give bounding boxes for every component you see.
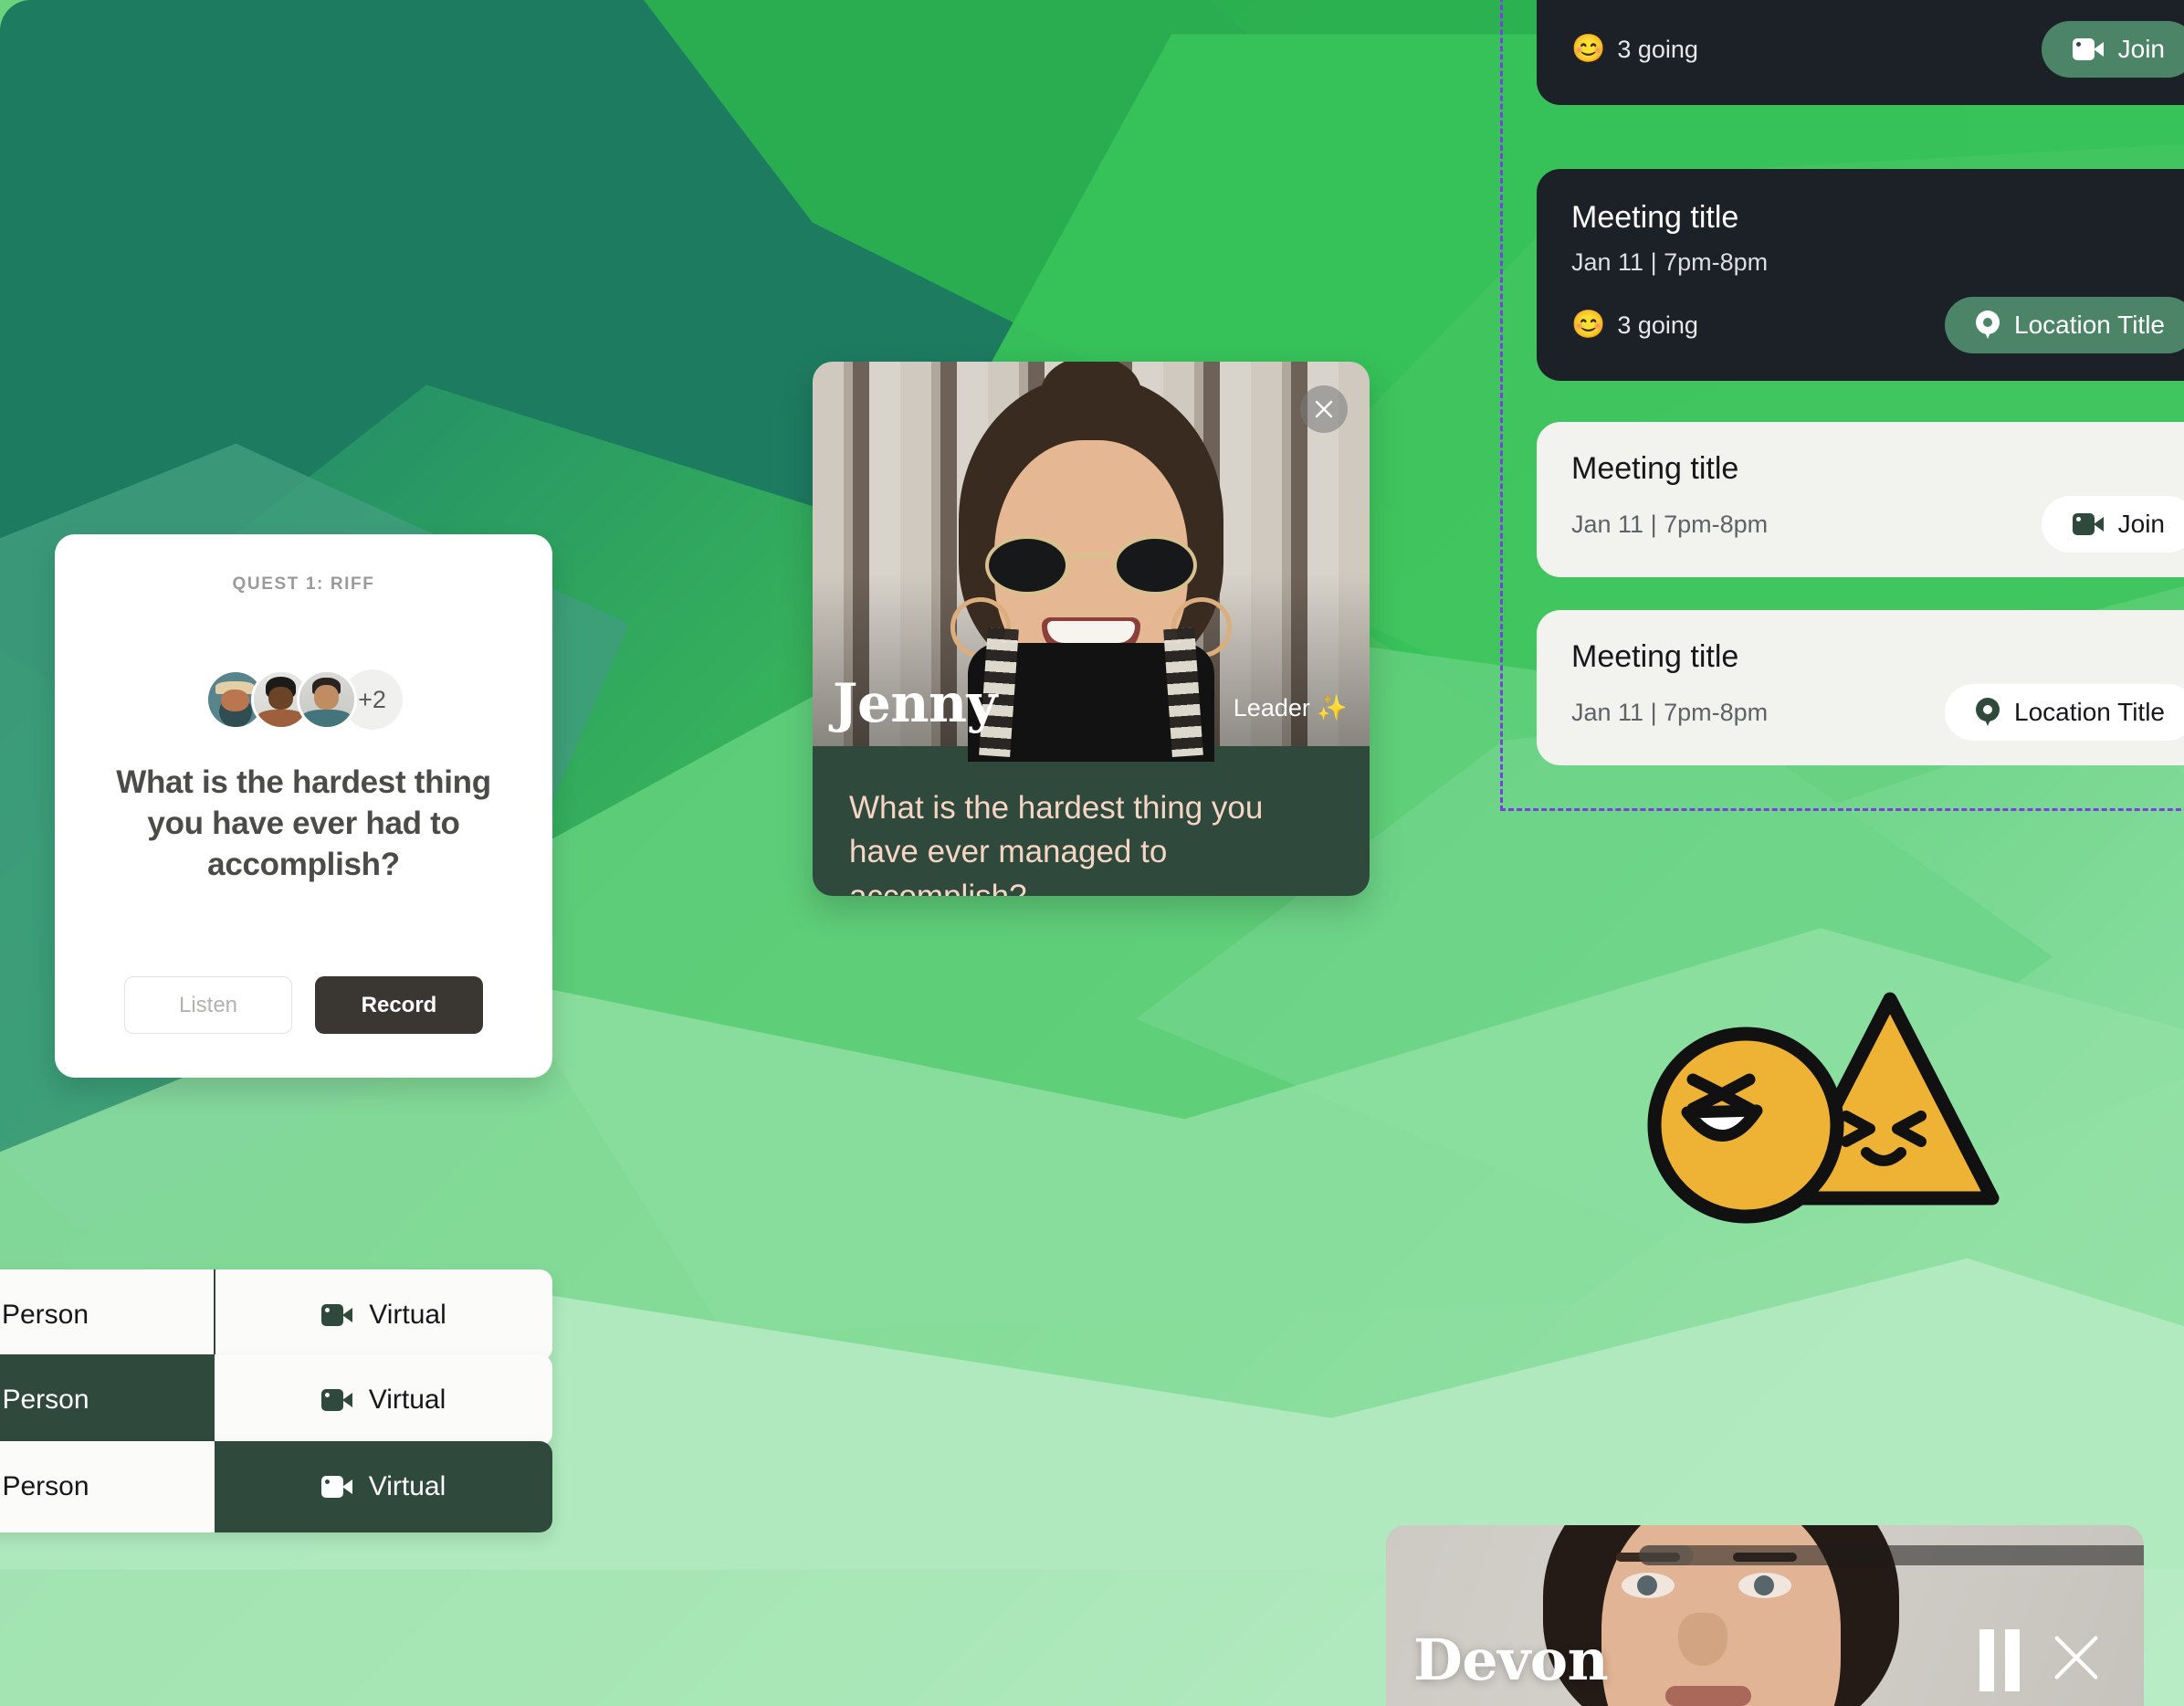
audio-progress-bar[interactable] [1639,1545,2144,1565]
quest-actions: Listen Record [106,976,501,1034]
location-button[interactable]: Location Title [1945,684,2184,741]
camera-icon [2072,513,2104,535]
profile-question: What is the hardest thing you have ever … [849,790,1264,896]
toggle-option-virtual[interactable]: Virtual [215,1441,552,1532]
quest-card: QUEST 1: RIFF +2 What is the hardest thi… [55,534,552,1078]
meeting-time: Jan 11 | 7pm-8pm [1571,510,1769,538]
meeting-footer: Jan 11 | 7pm-8pm Location Title [1571,684,2184,741]
close-icon[interactable] [2047,1628,2105,1691]
meeting-footer: Jan 11 | 7pm-8pm Join [1571,496,2184,553]
listen-button[interactable]: Listen [124,976,292,1034]
audio-player-controls [1979,1628,2105,1691]
meeting-time: Jan 11 | 7pm-8pm [1571,248,1769,276]
close-icon[interactable] [1300,385,1348,433]
record-button[interactable]: Record [315,976,483,1034]
toggle-option-in-person[interactable]: Person [0,1441,215,1532]
avatar [296,669,357,730]
audio-player-speaker-name: Devon [1413,1627,1609,1693]
pause-icon[interactable] [1979,1628,2020,1691]
toggle-option-label: Virtual [368,1471,446,1501]
meeting-footer: 😊 3 going Join [1571,21,2184,78]
attendees-summary: 😊 3 going [1571,311,1698,340]
attendees-count: 3 going [1617,311,1698,339]
meeting-title: Meeting title [1571,451,1739,486]
quest-question: What is the hardest thing you have ever … [116,764,491,882]
toggle-option-label: Person [2,1471,89,1501]
meeting-card[interactable]: Meeting title Jan 11 | 7pm-8pm Location … [1537,610,2184,765]
profile-body: What is the hardest thing you have ever … [813,746,1370,896]
profile-role-label: Leader [1233,694,1310,721]
smile-emoji-icon: 😊 [1571,310,1606,340]
camera-icon [321,1304,353,1326]
toggle-option-virtual[interactable]: Virtual [215,1354,552,1446]
location-pin-icon [1976,311,2000,340]
canvas: QUEST 1: RIFF +2 What is the hardest thi… [0,0,2184,1706]
profile-photo: Jenny Leader ✨ [813,362,1370,762]
toggle-option-in-person[interactable]: Person [0,1269,214,1361]
join-button-label: Join [2117,510,2165,538]
toggle-option-label: Person [2,1385,89,1415]
mascot-illustration [1627,986,2011,1224]
toggle-option-label: Virtual [368,1385,446,1415]
camera-icon [320,1389,352,1411]
camera-icon [320,1476,352,1498]
toggle-row: Person Virtual [0,1269,552,1361]
profile-name-row: Jenny Leader ✨ [813,677,1370,730]
meeting-title: Meeting title [1571,639,1739,674]
quest-label: QUEST 1: RIFF [232,574,375,594]
meeting-time: Jan 11 | 7pm-8pm [1571,698,1769,726]
meeting-card[interactable]: Meeting title Jan 11 | 7pm-8pm Join [1537,422,2184,577]
location-button-label: Location Title [2014,311,2165,339]
smile-emoji-icon: 😊 [1571,34,1606,64]
location-button[interactable]: Location Title [1945,297,2184,353]
meeting-footer: 😊 3 going Location Title [1571,297,2184,353]
meeting-card[interactable]: Jan 11 | 7pm-8pm 😊 3 going Join [1537,0,2184,105]
avatar-stack: +2 [205,669,403,730]
meeting-card[interactable]: Meeting title Jan 11 | 7pm-8pm 😊 3 going… [1537,169,2184,381]
meeting-title: Meeting title [1571,200,1739,235]
profile-role-badge: Leader ✨ [1234,693,1348,730]
camera-icon [2072,38,2104,60]
audio-progress-fill [1639,1545,1694,1565]
location-button-label: Location Title [2014,698,2165,726]
join-button[interactable]: Join [2041,21,2184,78]
profile-name: Jenny [833,672,997,734]
profile-card: Jenny Leader ✨ What is the hardest thing… [813,362,1370,896]
toggle-row: Person Virtual [0,1441,552,1532]
meeting-time: Jan 11 | 7pm-8pm [1571,0,2184,1]
toggle-option-in-person[interactable]: Person [0,1354,215,1446]
toggle-option-label: Virtual [369,1300,446,1330]
sparkle-icon: ✨ [1317,694,1348,721]
attendees-count: 3 going [1617,35,1698,63]
toggle-option-virtual[interactable]: Virtual [215,1269,552,1361]
audio-player-bar: Devon [1386,1525,2144,1706]
toggle-option-label: Person [1,1300,89,1330]
attendees-summary: 😊 3 going [1571,36,1698,64]
join-button-label: Join [2117,35,2165,63]
location-pin-icon [1976,698,2000,727]
join-button[interactable]: Join [2041,496,2184,553]
toggle-row: Person Virtual [0,1354,552,1446]
